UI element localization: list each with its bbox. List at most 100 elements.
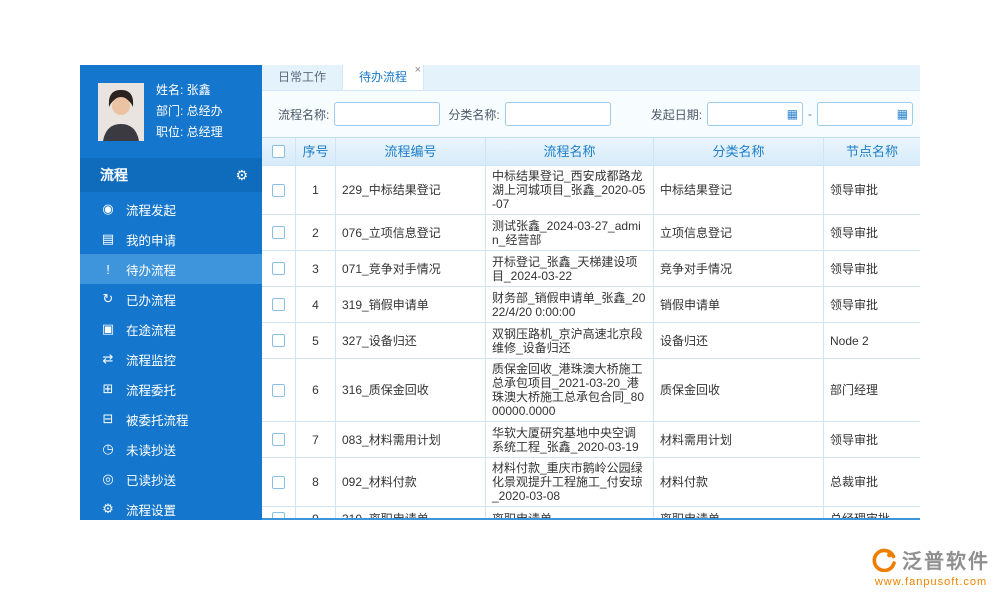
row-checkbox[interactable] (272, 298, 285, 311)
filter-bar: 流程名称: 分类名称: 发起日期: ▦ - ▦ 发起 (262, 91, 920, 137)
profile-photo (98, 83, 144, 141)
gear-icon[interactable]: ⚙ (235, 167, 248, 184)
row-number: 3 (296, 251, 336, 286)
table-row[interactable]: 6 316_质保金回收 质保金回收_港珠澳大桥施工总承包项目_2021-03-2… (262, 359, 920, 422)
row-checkbox[interactable] (272, 384, 285, 397)
sidebar-section-header: 流程 ⚙ (80, 158, 262, 192)
delegated-icon: ⊟ (100, 411, 116, 427)
date-range-separator: - (808, 107, 812, 121)
target-icon: ◎ (100, 471, 116, 487)
sidebar-item-pending-processes[interactable]: ! 待办流程 (80, 254, 262, 284)
sidebar-item-label: 流程委托 (126, 380, 176, 399)
table-row[interactable]: 2 076_立项信息登记 测试张鑫_2024-03-27_admin_经营部 立… (262, 215, 920, 251)
sidebar-item-done-processes[interactable]: ↻ 已办流程 (80, 284, 262, 314)
document-icon: ▤ (100, 231, 116, 247)
row-number: 2 (296, 215, 336, 250)
sidebar-item-label: 流程设置 (126, 500, 176, 519)
node-name: 领导审批 (824, 166, 920, 214)
avatar (98, 83, 144, 141)
process-name-label: 流程名称: (278, 106, 329, 123)
sidebar-item-read-cc[interactable]: ◎ 已读抄送 (80, 464, 262, 494)
sidebar-item-delegated-processes[interactable]: ⊟ 被委托流程 (80, 404, 262, 434)
clock-icon: ◷ (100, 441, 116, 457)
column-header-name: 流程名称 (486, 138, 654, 165)
profile-card: 姓名: 张鑫 部门: 总经办 职位: 总经理 (80, 65, 262, 158)
compass-icon: ◉ (100, 201, 116, 217)
category-name: 质保金回收 (654, 359, 824, 421)
node-name: 总经理审批 (824, 507, 920, 518)
category-name-input[interactable] (505, 102, 611, 126)
process-code: 310_离职申请单 (336, 507, 486, 518)
delegate-icon: ⊞ (100, 381, 116, 397)
table-row[interactable]: 9 310_离职申请单 离职申请单 离职申请单 总经理审批 (262, 507, 920, 518)
tab-daily-work[interactable]: 日常工作 (262, 65, 342, 90)
process-name: 离职申请单 (486, 507, 654, 518)
row-number: 4 (296, 287, 336, 322)
column-header-no: 序号 (296, 138, 336, 165)
select-all-checkbox[interactable] (272, 145, 285, 158)
sidebar-item-label: 流程监控 (126, 350, 176, 369)
category-name: 离职申请单 (654, 507, 824, 518)
process-name: 材料付款_重庆市鹅岭公园绿化景观提升工程施工_付安琼_2020-03-08 (486, 458, 654, 506)
sidebar-item-process-settings[interactable]: ⚙ 流程设置 (80, 494, 262, 524)
category-name: 材料付款 (654, 458, 824, 506)
tab-label: 待办流程 (359, 70, 407, 84)
row-number: 5 (296, 323, 336, 358)
process-code: 319_销假申请单 (336, 287, 486, 322)
process-name: 测试张鑫_2024-03-27_admin_经营部 (486, 215, 654, 250)
node-name: 部门经理 (824, 359, 920, 421)
sidebar-item-label: 未读抄送 (126, 440, 176, 459)
brand-watermark: 泛普软件 www.fanpusoft.com (872, 545, 990, 588)
sidebar-item-my-applications[interactable]: ▤ 我的申请 (80, 224, 262, 254)
table-row[interactable]: 4 319_销假申请单 财务部_销假申请单_张鑫_2022/4/20 0:00:… (262, 287, 920, 323)
sidebar-item-process-monitor[interactable]: ⇄ 流程监控 (80, 344, 262, 374)
sidebar-item-process-delegation[interactable]: ⊞ 流程委托 (80, 374, 262, 404)
table-row[interactable]: 5 327_设备归还 双钢压路机_京沪高速北京段维修_设备归还 设备归还 Nod… (262, 323, 920, 359)
table-row[interactable]: 1 229_中标结果登记 中标结果登记_西安成都路龙湖上河城项目_张鑫_2020… (262, 166, 920, 215)
table-row[interactable]: 7 083_材料需用计划 华软大厦研究基地中央空调系统工程_张鑫_2020-03… (262, 422, 920, 458)
row-checkbox[interactable] (272, 334, 285, 347)
node-name: 领导审批 (824, 251, 920, 286)
tab-pending-processes[interactable]: 待办流程 × (342, 65, 424, 90)
row-number: 7 (296, 422, 336, 457)
category-name: 立项信息登记 (654, 215, 824, 250)
sidebar-item-label: 已办流程 (126, 290, 176, 309)
section-title: 流程 (100, 165, 128, 185)
category-name-label: 分类名称: (448, 106, 499, 123)
process-name: 开标登记_张鑫_天梯建设项目_2024-03-22 (486, 251, 654, 286)
calendar-icon[interactable]: ▦ (897, 107, 908, 121)
process-name-input[interactable] (334, 102, 440, 126)
row-checkbox[interactable] (272, 476, 285, 489)
sidebar-item-label: 被委托流程 (126, 410, 189, 429)
process-code: 092_材料付款 (336, 458, 486, 506)
process-name: 华软大厦研究基地中央空调系统工程_张鑫_2020-03-19 (486, 422, 654, 457)
node-name: 领导审批 (824, 215, 920, 250)
close-icon[interactable]: × (415, 65, 421, 76)
row-checkbox[interactable] (272, 433, 285, 446)
sidebar-item-label: 待办流程 (126, 260, 176, 279)
table-row[interactable]: 3 071_竞争对手情况 开标登记_张鑫_天梯建设项目_2024-03-22 竞… (262, 251, 920, 287)
calendar-icon[interactable]: ▦ (787, 107, 798, 121)
sidebar-item-label: 流程发起 (126, 200, 176, 219)
sidebar-item-in-transit-processes[interactable]: ▣ 在途流程 (80, 314, 262, 344)
process-name: 质保金回收_港珠澳大桥施工总承包项目_2021-03-20_港珠澳大桥施工总承包… (486, 359, 654, 421)
process-table: 序号 流程编号 流程名称 分类名称 节点名称 1 229_中标结果登记 中标结果… (262, 137, 920, 518)
sidebar-item-process-start[interactable]: ◉ 流程发起 (80, 194, 262, 224)
monitor-icon: ⇄ (100, 351, 116, 367)
sidebar-item-unread-cc[interactable]: ◷ 未读抄送 (80, 434, 262, 464)
column-header-node: 节点名称 (824, 138, 920, 165)
row-checkbox[interactable] (272, 512, 285, 518)
table-row[interactable]: 8 092_材料付款 材料付款_重庆市鹅岭公园绿化景观提升工程施工_付安琼_20… (262, 458, 920, 507)
process-name: 双钢压路机_京沪高速北京段维修_设备归还 (486, 323, 654, 358)
column-header-category: 分类名称 (654, 138, 824, 165)
row-checkbox[interactable] (272, 262, 285, 275)
sidebar-item-label: 在途流程 (126, 320, 176, 339)
category-name: 中标结果登记 (654, 166, 824, 214)
category-name: 材料需用计划 (654, 422, 824, 457)
process-code: 327_设备归还 (336, 323, 486, 358)
row-checkbox[interactable] (272, 226, 285, 239)
process-code: 071_竞争对手情况 (336, 251, 486, 286)
fanpu-logo-icon (872, 548, 896, 572)
row-number: 6 (296, 359, 336, 421)
row-checkbox[interactable] (272, 184, 285, 197)
